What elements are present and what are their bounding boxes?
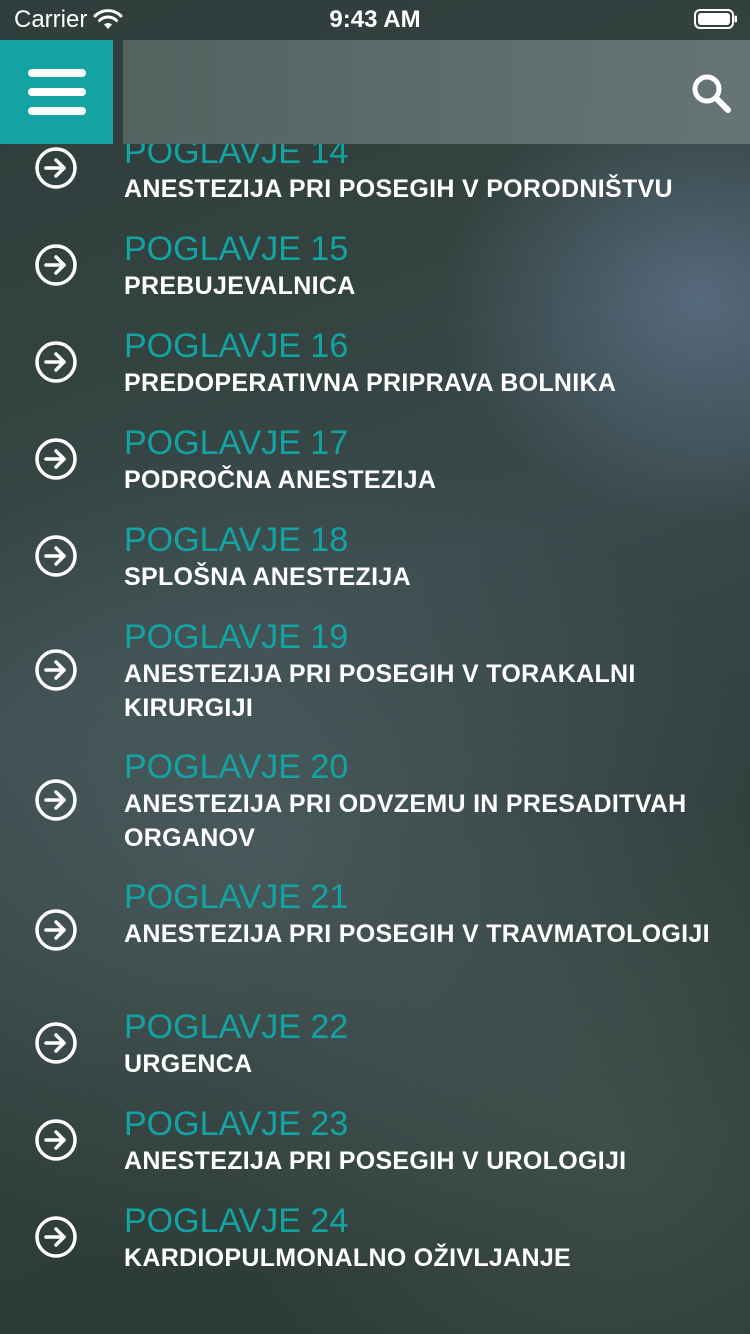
clock: 9:43 AM	[329, 6, 421, 33]
chapter-number: POGLAVJE 24	[124, 1202, 349, 1240]
status-bar: Carrier 9:43 AM	[0, 0, 750, 40]
arrow-right-circle-icon[interactable]	[34, 146, 78, 190]
chapter-item[interactable]: POGLAVJE 21 ANESTEZIJA PRI POSEGIH V TRAV…	[0, 877, 750, 987]
hamburger-icon	[27, 69, 86, 115]
chapter-title: ANESTEZIJA PRI POSEGIH V PORODNIŠTVU	[124, 175, 673, 203]
chapter-title: ANESTEZIJA PRI POSEGIH V TORAKALNI KIRUR…	[124, 660, 636, 722]
search-icon[interactable]	[690, 72, 732, 114]
chapter-number: POGLAVJE 15	[124, 230, 349, 268]
chapter-number: POGLAVJE 16	[124, 327, 349, 365]
chapter-number: POGLAVJE 20	[124, 748, 349, 786]
chapter-item[interactable]: POGLAVJE 16 PREDOPERATIVNA PRIPRAVA BOLNI…	[0, 326, 750, 402]
arrow-right-circle-icon[interactable]	[34, 1215, 78, 1259]
arrow-right-circle-icon[interactable]	[34, 534, 78, 578]
arrow-right-circle-icon[interactable]	[34, 908, 78, 952]
chapter-number: POGLAVJE 22	[124, 1008, 349, 1046]
chapter-item[interactable]: POGLAVJE 18 SPLOŠNA ANESTEZIJA	[0, 520, 750, 596]
menu-button[interactable]	[0, 40, 113, 144]
chapter-title: ANESTEZIJA PRI ODVZEMU IN PRESADITVAH OR…	[124, 790, 687, 852]
chapter-item[interactable]: POGLAVJE 20 ANESTEZIJA PRI ODVZEMU IN PRE…	[0, 747, 750, 857]
chapter-title: ANESTEZIJA PRI POSEGIH V TRAVMATOLOGIJI	[124, 920, 710, 948]
arrow-right-circle-icon[interactable]	[34, 437, 78, 481]
chapter-title: ANESTEZIJA PRI POSEGIH V UROLOGIJI	[124, 1147, 627, 1175]
chapter-title: PREDOPERATIVNA PRIPRAVA BOLNIKA	[124, 369, 617, 397]
chapter-item[interactable]: POGLAVJE 17 PODROČNA ANESTEZIJA	[0, 423, 750, 499]
arrow-right-circle-icon[interactable]	[34, 1118, 78, 1162]
chapter-title: KARDIOPULMONALNO OŽIVLJANJE	[124, 1244, 572, 1272]
search-bar[interactable]	[123, 40, 750, 144]
chapter-title: PODROČNA ANESTEZIJA	[124, 466, 437, 494]
battery-icon	[694, 9, 737, 29]
arrow-right-circle-icon[interactable]	[34, 1021, 78, 1065]
chapter-number: POGLAVJE 19	[124, 618, 349, 656]
chapter-item[interactable]: POGLAVJE 19 ANESTEZIJA PRI POSEGIH V TORA…	[0, 617, 750, 727]
chapter-item[interactable]: POGLAVJE 15 PREBUJEVALNICA	[0, 229, 750, 305]
chapter-title: PREBUJEVALNICA	[124, 272, 356, 300]
chapter-item[interactable]: POGLAVJE 23 ANESTEZIJA PRI POSEGIH V UROL…	[0, 1104, 750, 1180]
chapter-item[interactable]: POGLAVJE 24 KARDIOPULMONALNO OŽIVLJANJE	[0, 1201, 750, 1277]
chapter-title: SPLOŠNA ANESTEZIJA	[124, 563, 411, 591]
chapter-number: POGLAVJE 18	[124, 521, 349, 559]
chapter-number: POGLAVJE 23	[124, 1105, 349, 1143]
chapter-title: URGENCA	[124, 1050, 253, 1078]
chapter-number: POGLAVJE 21	[124, 878, 349, 916]
arrow-right-circle-icon[interactable]	[34, 243, 78, 287]
chapter-item[interactable]: POGLAVJE 22 URGENCA	[0, 1007, 750, 1083]
arrow-right-circle-icon[interactable]	[34, 778, 78, 822]
arrow-right-circle-icon[interactable]	[34, 648, 78, 692]
chapter-number: POGLAVJE 17	[124, 424, 349, 462]
arrow-right-circle-icon[interactable]	[34, 340, 78, 384]
